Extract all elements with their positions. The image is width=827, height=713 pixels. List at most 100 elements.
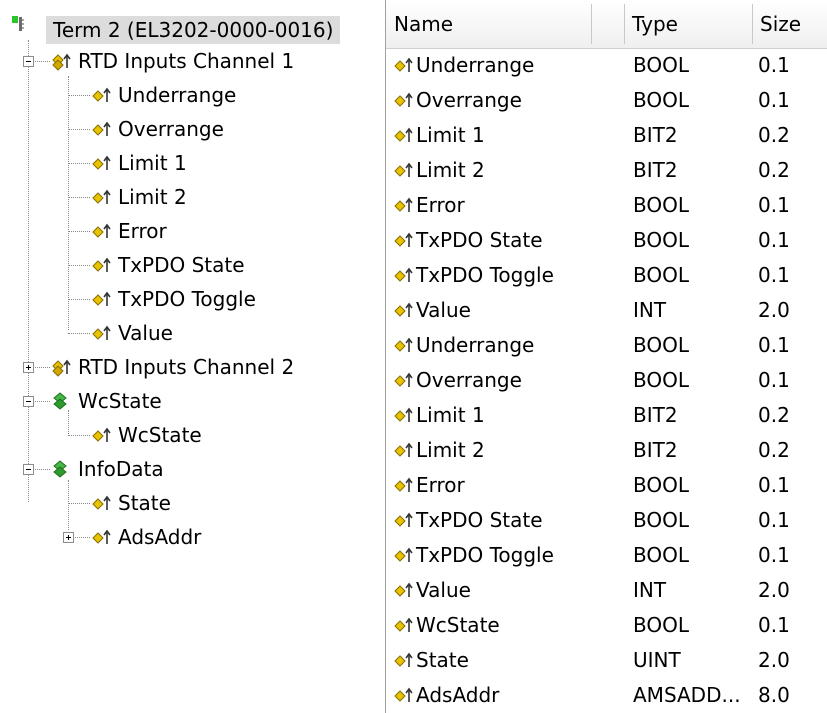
collapse-icon[interactable] [23,464,34,475]
input-var-icon [394,302,413,317]
tree-node-label: TxPDO State [118,253,245,277]
cell-type: BIT2 [633,438,678,462]
tree-line [68,435,90,436]
input-var-icon [92,87,111,102]
list-row[interactable]: Overrange BOOL 0.1 [386,83,827,118]
cell-name: Limit 1 [416,123,485,147]
column-header-size[interactable]: Size [752,0,827,48]
list-row[interactable]: Limit 2 BIT2 0.2 [386,433,827,468]
tree-node-limit-1[interactable]: Limit 1 [0,146,375,180]
cell-type: BOOL [633,473,689,497]
input-var-icon [394,617,413,632]
collapse-icon[interactable] [23,396,34,407]
input-var-icon [394,57,413,72]
green-group-icon [53,460,67,478]
list-row[interactable]: Error BOOL 0.1 [386,468,827,503]
input-var-icon [394,547,413,562]
tree-node-infodata[interactable]: InfoData [0,452,375,486]
expand-icon[interactable] [63,532,74,543]
tree-line [68,333,90,334]
tree-node-label: RTD Inputs Channel 2 [78,355,295,379]
list-row[interactable]: TxPDO State BOOL 0.1 [386,223,827,258]
input-var-icon [92,495,111,510]
cell-size: 2.0 [758,298,790,322]
cell-size: 0.1 [758,263,790,287]
input-var-icon [394,127,413,142]
cell-type: BOOL [633,333,689,357]
input-var-icon [394,92,413,107]
cell-name: Error [416,473,465,497]
tree-line [68,299,90,300]
variable-list-view[interactable]: Name Type Size Underrange BOOL 0.1 Overrang… [385,0,827,713]
list-row[interactable]: Underrange BOOL 0.1 [386,328,827,363]
list-row[interactable]: Value INT 2.0 [386,573,827,608]
input-var-icon [394,162,413,177]
cell-type: BOOL [633,53,689,77]
cell-size: 0.1 [758,368,790,392]
input-var-icon [394,442,413,457]
input-var-icon [394,267,413,282]
expand-icon[interactable] [23,362,34,373]
tree-line [68,197,90,198]
input-var-icon [394,337,413,352]
tree-line [68,503,90,504]
list-row[interactable]: State UINT 2.0 [386,643,827,678]
list-row[interactable]: Error BOOL 0.1 [386,188,827,223]
tree-line [68,265,90,266]
list-row[interactable]: Value INT 2.0 [386,293,827,328]
input-var-icon [394,372,413,387]
tree-node-label: Term 2 (EL3202-0000-0016) [46,16,341,44]
column-header-name[interactable]: Name [386,0,591,48]
cell-name: Underrange [416,333,535,357]
column-header-type[interactable]: Type [624,0,752,48]
list-row[interactable]: WcState BOOL 0.1 [386,608,827,643]
input-var-icon [92,529,111,544]
input-var-icon [92,325,111,340]
tree-root-term2[interactable]: Term 2 (EL3202-0000-0016) [0,6,375,44]
cell-name: TxPDO Toggle [416,263,554,287]
input-var-icon [394,512,413,527]
tree-node-state[interactable]: State [0,486,375,520]
input-var-icon [92,223,111,238]
list-row[interactable]: TxPDO State BOOL 0.1 [386,503,827,538]
list-row[interactable]: Limit 1 BIT2 0.2 [386,398,827,433]
list-row[interactable]: Overrange BOOL 0.1 [386,363,827,398]
tree-node-rtd-inputs-channel-2[interactable]: RTD Inputs Channel 2 [0,350,375,384]
list-row[interactable]: AdsAddr AMSADD... 8.0 [386,678,827,713]
tree-node-txpdo-toggle[interactable]: TxPDO Toggle [0,282,375,316]
list-row[interactable]: Limit 1 BIT2 0.2 [386,118,827,153]
input-var-icon [394,687,413,702]
tree-node-underrange[interactable]: Underrange [0,78,375,112]
var-group-icon [52,53,71,71]
tree-node-limit-2[interactable]: Limit 2 [0,180,375,214]
cell-type: INT [633,578,667,602]
list-row[interactable]: TxPDO Toggle BOOL 0.1 [386,538,827,573]
list-row[interactable]: Limit 2 BIT2 0.2 [386,153,827,188]
input-var-icon [394,582,413,597]
green-group-icon [53,392,67,410]
collapse-icon[interactable] [23,56,34,67]
tree-node-rtd-inputs-channel-1[interactable]: RTD Inputs Channel 1 [0,44,375,78]
tree-node-wcstate[interactable]: WcState [0,418,375,452]
io-tree-view[interactable]: Term 2 (EL3202-0000-0016) RTD Inputs Cha… [0,0,375,713]
cell-size: 0.1 [758,543,790,567]
cell-size: 0.1 [758,613,790,637]
column-divider[interactable] [591,4,592,44]
tree-node-overrange[interactable]: Overrange [0,112,375,146]
cell-size: 0.2 [758,123,790,147]
input-var-icon [92,291,111,306]
tree-node-value[interactable]: Value [0,316,375,350]
cell-name: TxPDO State [416,228,543,252]
cell-type: BOOL [633,368,689,392]
list-row[interactable]: Underrange BOOL 0.1 [386,48,827,83]
list-header: Name Type Size [386,0,827,49]
tree-node-label: Value [118,321,173,345]
input-var-icon [394,197,413,212]
list-row[interactable]: TxPDO Toggle BOOL 0.1 [386,258,827,293]
tree-node-txpdo-state[interactable]: TxPDO State [0,248,375,282]
tree-node-wcstate[interactable]: WcState [0,384,375,418]
tree-node-error[interactable]: Error [0,214,375,248]
cell-size: 0.2 [758,403,790,427]
cell-name: Overrange [416,88,522,112]
tree-node-adsaddr[interactable]: AdsAddr [0,520,375,554]
